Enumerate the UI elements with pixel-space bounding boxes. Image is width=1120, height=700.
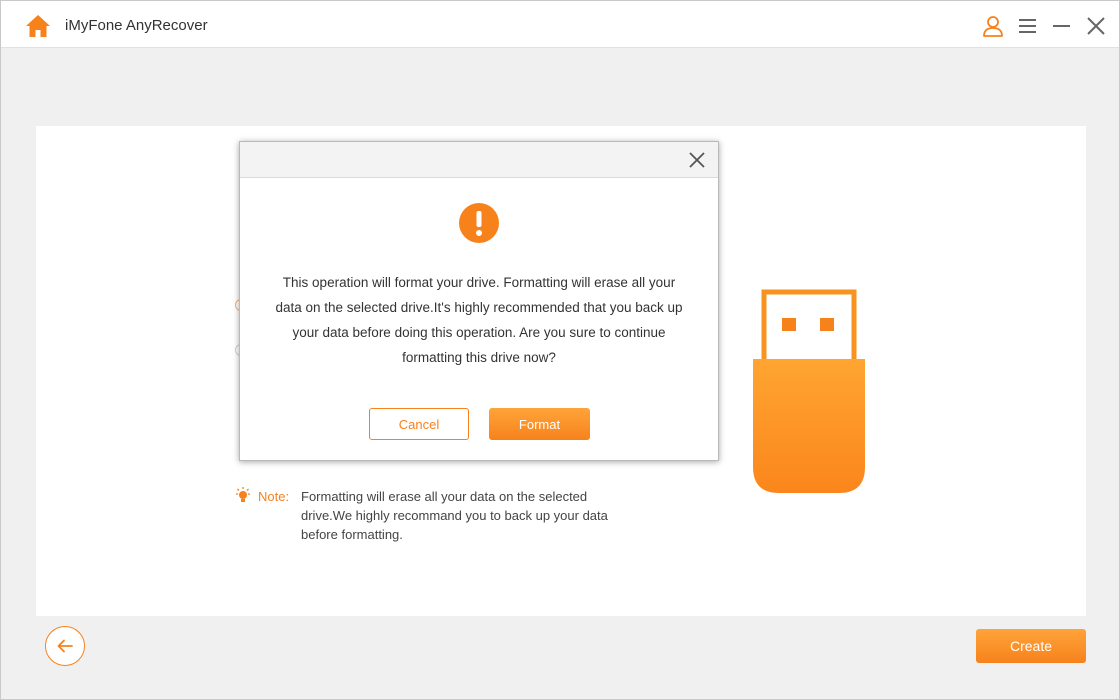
- warning-icon: [459, 203, 499, 243]
- format-confirm-dialog: This operation will format your drive. F…: [239, 141, 719, 461]
- account-icon[interactable]: [982, 15, 1004, 37]
- note-label: Note:: [258, 489, 290, 504]
- app-window: iMyFone AnyRecover Note: Formatting will…: [0, 0, 1120, 700]
- cancel-button[interactable]: Cancel: [369, 408, 469, 440]
- back-button[interactable]: [45, 626, 85, 666]
- arrow-left-icon: [57, 639, 73, 653]
- minimize-icon[interactable]: [1051, 15, 1073, 37]
- lightbulb-icon: [236, 487, 250, 502]
- dialog-message: This operation will format your drive. F…: [275, 275, 683, 365]
- close-icon[interactable]: [1085, 15, 1107, 37]
- menu-icon[interactable]: [1017, 15, 1039, 37]
- title-bar: iMyFone AnyRecover: [1, 1, 1119, 48]
- dialog-header: [240, 142, 718, 178]
- note-text: Formatting will erase all your data on t…: [301, 489, 608, 542]
- app-title: iMyFone AnyRecover: [65, 17, 208, 34]
- home-icon[interactable]: [25, 14, 51, 38]
- format-button[interactable]: Format: [489, 408, 590, 440]
- usb-drive-icon: [753, 289, 865, 493]
- dialog-close-icon[interactable]: [688, 151, 706, 169]
- create-button[interactable]: Create: [976, 629, 1086, 663]
